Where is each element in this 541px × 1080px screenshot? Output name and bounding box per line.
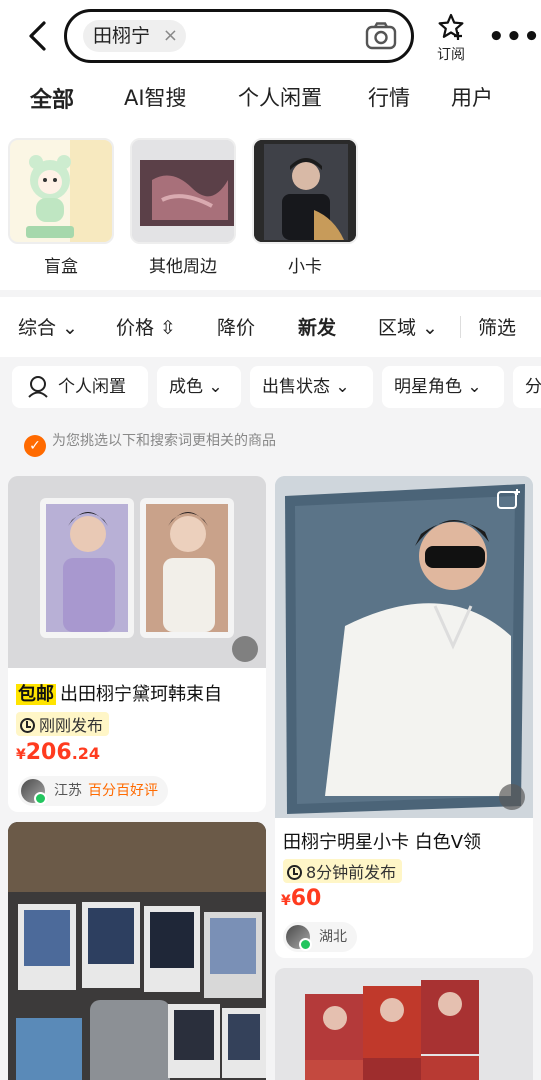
other-merch-thumbnail <box>130 138 236 244</box>
screen-filter-button[interactable]: 筛选 <box>478 313 516 340</box>
product-image <box>275 476 533 818</box>
pill-label: 个人闲置 <box>58 377 126 397</box>
product-card[interactable]: 包邮 出田栩宁黛珂韩束自 刚刚发布 ¥206.24 江苏 百分百好评 <box>8 476 266 812</box>
pill-label: 明星角色 <box>394 377 462 397</box>
region-dropdown[interactable]: 区域 ⌄ <box>378 313 438 340</box>
blind-box-thumbnail <box>8 138 114 244</box>
seller-rating-badge: 百分百好评 <box>88 783 158 799</box>
tab-ai-search[interactable]: AI智搜 <box>124 82 187 112</box>
relevance-tip: ✓ 为您挑选以下和搜索词更相关的商品 <box>24 430 276 457</box>
filter-bar: 综合 ⌄ 价格 ⇳ 降价 新发 区域 ⌄ 筛选 <box>0 297 541 357</box>
pill-sale-status[interactable]: 出售状态 ⌄ <box>250 366 373 408</box>
image-search-icon[interactable] <box>499 784 525 810</box>
category-label: 小卡 <box>288 257 322 277</box>
subscribe-button[interactable]: 订阅 <box>434 12 468 64</box>
pill-condition[interactable]: 成色 ⌄ <box>157 366 241 408</box>
tip-text: 为您挑选以下和搜索词更相关的商品 <box>52 433 276 449</box>
seller-info[interactable]: 湖北 <box>283 922 357 952</box>
subscribe-label: 订阅 <box>437 47 465 63</box>
search-keyword-chip[interactable]: 田栩宁 × <box>83 20 187 52</box>
price-integer: 206 <box>25 740 72 765</box>
search-box[interactable]: 田栩宁 × <box>64 9 414 63</box>
star-plus-icon <box>438 13 464 40</box>
image-search-icon[interactable] <box>232 636 258 662</box>
check-icon: ✓ <box>24 435 46 457</box>
seller-avatar <box>21 779 47 805</box>
product-price: ¥60 <box>281 886 321 911</box>
free-shipping-tag: 包邮 <box>16 684 56 705</box>
ai-image-icon[interactable] <box>497 488 521 510</box>
price-drop-filter[interactable]: 降价 <box>217 313 255 340</box>
price-decimal: .24 <box>71 744 101 763</box>
price-integer: 60 <box>290 886 322 911</box>
tab-personal-idle[interactable]: 个人闲置 <box>238 82 322 112</box>
camera-icon[interactable] <box>365 22 397 50</box>
sort-comprehensive-dropdown[interactable]: 综合 ⌄ <box>18 313 78 340</box>
back-arrow-icon[interactable] <box>22 18 54 54</box>
product-card[interactable]: 田栩宁明星小卡 白色V领 8分钟前发布 ¥60 湖北 <box>275 476 533 958</box>
price-sort-button[interactable]: 价格 ⇳ <box>116 313 176 340</box>
more-options-icon[interactable]: ••• <box>488 22 541 52</box>
clear-keyword-icon[interactable]: × <box>163 20 178 52</box>
pill-label: 出售状态 <box>262 377 330 397</box>
pill-label: 成色 <box>169 377 203 397</box>
sort-label: 综合 <box>18 317 57 339</box>
publish-time-text: 8分钟前发布 <box>306 863 397 882</box>
product-card[interactable] <box>275 968 533 1080</box>
region-label: 区域 <box>378 317 417 339</box>
seller-location: 湖北 <box>319 929 347 945</box>
divider <box>460 316 461 338</box>
category-label: 盲盒 <box>44 257 78 277</box>
quick-filter-pills: 个人闲置 成色 ⌄ 出售状态 ⌄ 明星角色 ⌄ 分 <box>0 362 541 412</box>
product-price: ¥206.24 <box>16 740 100 765</box>
newest-filter[interactable]: 新发 <box>298 313 336 340</box>
pill-star-role[interactable]: 明星角色 ⌄ <box>382 366 504 408</box>
clock-icon <box>20 718 35 733</box>
category-photocard[interactable]: 小卡 <box>252 138 358 277</box>
product-image <box>275 968 533 1080</box>
product-title: 田栩宁明星小卡 白色V领 <box>283 832 482 853</box>
publish-time: 8分钟前发布 <box>283 859 403 883</box>
category-label: 其他周边 <box>149 257 217 277</box>
category-other-merch[interactable]: 其他周边 <box>130 138 236 277</box>
tab-users[interactable]: 用户 <box>451 82 493 112</box>
price-label: 价格 <box>116 317 155 339</box>
tab-market[interactable]: 行情 <box>368 82 410 112</box>
clock-icon <box>287 865 302 880</box>
seller-info[interactable]: 江苏 百分百好评 <box>18 776 168 806</box>
currency-symbol: ¥ <box>16 747 26 763</box>
photocard-thumbnail <box>252 138 358 244</box>
pill-more[interactable]: 分 <box>513 366 541 408</box>
product-title: 包邮 出田栩宁黛珂韩束自 <box>16 680 262 706</box>
currency-symbol: ¥ <box>281 893 291 909</box>
pill-personal-idle[interactable]: 个人闲置 <box>12 366 148 408</box>
seller-avatar <box>286 925 312 951</box>
category-blind-box[interactable]: 盲盒 <box>8 138 114 277</box>
product-title-text: 出田栩宁黛珂韩束自 <box>60 684 222 705</box>
product-card[interactable] <box>8 822 266 1080</box>
person-icon <box>28 376 48 398</box>
tab-all[interactable]: 全部 <box>30 82 75 114</box>
top-section: 田栩宁 × 订阅 ••• 全部 AI智搜 个人闲置 行情 用户 盲盒 其他周边 … <box>0 0 541 290</box>
search-tabs: 全部 AI智搜 个人闲置 行情 用户 <box>0 82 541 118</box>
seller-location: 江苏 <box>54 783 82 799</box>
publish-time-text: 刚刚发布 <box>39 716 104 735</box>
product-image <box>8 476 266 668</box>
pill-label: 分 <box>525 377 541 397</box>
search-keyword: 田栩宁 <box>93 25 151 47</box>
product-image <box>8 822 266 1080</box>
publish-time: 刚刚发布 <box>16 712 110 736</box>
